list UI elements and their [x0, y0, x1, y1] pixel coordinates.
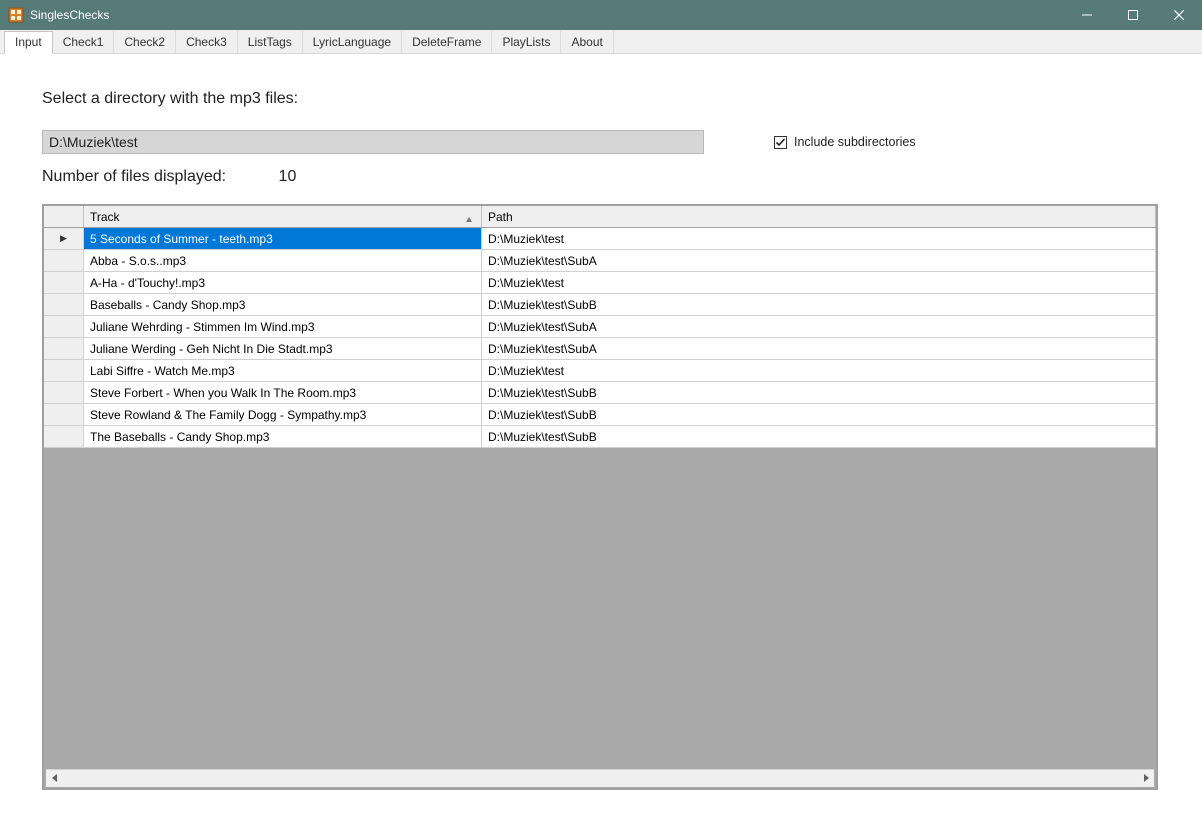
row-header[interactable] — [44, 382, 84, 403]
cell-path[interactable]: D:\Muziek\test\SubA — [482, 250, 1156, 271]
scroll-right-button[interactable] — [1137, 770, 1154, 787]
column-header-path[interactable]: Path — [482, 206, 1156, 227]
tab-label: LyricLanguage — [313, 35, 391, 49]
tab-lyriclanguage[interactable]: LyricLanguage — [303, 31, 402, 53]
minimize-button[interactable] — [1064, 0, 1110, 30]
tab-deleteframe[interactable]: DeleteFrame — [402, 31, 492, 53]
table-row[interactable]: The Baseballs - Candy Shop.mp3D:\Muziek\… — [44, 426, 1156, 448]
tab-playlists[interactable]: PlayLists — [492, 31, 561, 53]
table-row[interactable]: Juliane Werding - Geh Nicht In Die Stadt… — [44, 338, 1156, 360]
table-row[interactable]: Juliane Wehrding - Stimmen Im Wind.mp3D:… — [44, 316, 1156, 338]
cell-path[interactable]: D:\Muziek\test\SubB — [482, 382, 1156, 403]
cell-track[interactable]: A-Ha - d'Touchy!.mp3 — [84, 272, 482, 293]
tab-label: About — [571, 35, 602, 49]
directory-input[interactable] — [42, 130, 704, 154]
file-count-row: Number of files displayed: 10 — [42, 168, 1160, 186]
tab-listtags[interactable]: ListTags — [238, 31, 303, 53]
tabstrip: Input Check1 Check2 Check3 ListTags LyricLang… — [0, 30, 1202, 54]
grid-corner-header[interactable] — [44, 206, 84, 227]
row-header[interactable] — [44, 316, 84, 337]
table-row[interactable]: A-Ha - d'Touchy!.mp3D:\Muziek\test — [44, 272, 1156, 294]
tab-check2[interactable]: Check2 — [114, 31, 176, 53]
tab-label: PlayLists — [502, 35, 550, 49]
table-row[interactable]: Steve Forbert - When you Walk In The Roo… — [44, 382, 1156, 404]
table-row[interactable]: Labi Siffre - Watch Me.mp3D:\Muziek\test — [44, 360, 1156, 382]
cell-track[interactable]: Juliane Werding - Geh Nicht In Die Stadt… — [84, 338, 482, 359]
close-button[interactable] — [1156, 0, 1202, 30]
row-header[interactable] — [44, 360, 84, 381]
include-subdirectories-label: Include subdirectories — [794, 135, 916, 149]
checkbox-icon — [774, 136, 787, 149]
titlebar: SinglesChecks — [0, 0, 1202, 30]
file-count-label: Number of files displayed: — [42, 168, 226, 185]
files-grid: Track Path 5 Seconds of Summer - teeth.m… — [42, 204, 1158, 790]
tab-about[interactable]: About — [561, 31, 613, 53]
row-header[interactable] — [44, 272, 84, 293]
cell-path[interactable]: D:\Muziek\test\SubB — [482, 426, 1156, 447]
row-header[interactable] — [44, 228, 84, 249]
tab-label: DeleteFrame — [412, 35, 481, 49]
column-header-track[interactable]: Track — [84, 206, 482, 227]
row-header[interactable] — [44, 404, 84, 425]
row-header[interactable] — [44, 338, 84, 359]
cell-track[interactable]: Labi Siffre - Watch Me.mp3 — [84, 360, 482, 381]
scroll-left-button[interactable] — [46, 770, 63, 787]
client-area: Select a directory with the mp3 files: I… — [0, 54, 1202, 817]
column-header-track-label: Track — [90, 210, 120, 224]
cell-path[interactable]: D:\Muziek\test\SubB — [482, 404, 1156, 425]
cell-path[interactable]: D:\Muziek\test — [482, 272, 1156, 293]
tab-label: Check2 — [124, 35, 165, 49]
cell-path[interactable]: D:\Muziek\test\SubB — [482, 294, 1156, 315]
row-header[interactable] — [44, 426, 84, 447]
cell-track[interactable]: Baseballs - Candy Shop.mp3 — [84, 294, 482, 315]
window-title: SinglesChecks — [30, 8, 109, 22]
row-header[interactable] — [44, 250, 84, 271]
row-header[interactable] — [44, 294, 84, 315]
cell-track[interactable]: Juliane Wehrding - Stimmen Im Wind.mp3 — [84, 316, 482, 337]
cell-path[interactable]: D:\Muziek\test\SubA — [482, 316, 1156, 337]
cell-track[interactable]: Abba - S.o.s..mp3 — [84, 250, 482, 271]
cell-path[interactable]: D:\Muziek\test — [482, 228, 1156, 249]
tab-label: Input — [15, 35, 42, 49]
cell-path[interactable]: D:\Muziek\test — [482, 360, 1156, 381]
cell-path[interactable]: D:\Muziek\test\SubA — [482, 338, 1156, 359]
tab-input[interactable]: Input — [4, 31, 53, 54]
horizontal-scrollbar[interactable] — [46, 769, 1154, 786]
sort-asc-icon — [465, 213, 473, 227]
table-row[interactable]: Baseballs - Candy Shop.mp3D:\Muziek\test… — [44, 294, 1156, 316]
column-header-path-label: Path — [488, 210, 513, 224]
table-row[interactable]: 5 Seconds of Summer - teeth.mp3D:\Muziek… — [44, 228, 1156, 250]
cell-track[interactable]: The Baseballs - Candy Shop.mp3 — [84, 426, 482, 447]
include-subdirectories-checkbox[interactable]: Include subdirectories — [774, 135, 916, 149]
file-count-value: 10 — [279, 168, 297, 186]
tab-label: Check1 — [63, 35, 104, 49]
tab-label: Check3 — [186, 35, 227, 49]
select-directory-label: Select a directory with the mp3 files: — [42, 90, 1160, 108]
cell-track[interactable]: 5 Seconds of Summer - teeth.mp3 — [84, 228, 482, 249]
scroll-track[interactable] — [63, 770, 1137, 787]
table-row[interactable]: Abba - S.o.s..mp3D:\Muziek\test\SubA — [44, 250, 1156, 272]
maximize-button[interactable] — [1110, 0, 1156, 30]
cell-track[interactable]: Steve Rowland & The Family Dogg - Sympat… — [84, 404, 482, 425]
cell-track[interactable]: Steve Forbert - When you Walk In The Roo… — [84, 382, 482, 403]
tab-check3[interactable]: Check3 — [176, 31, 238, 53]
table-row[interactable]: Steve Rowland & The Family Dogg - Sympat… — [44, 404, 1156, 426]
app-icon — [8, 7, 24, 23]
tab-label: ListTags — [248, 35, 292, 49]
tab-check1[interactable]: Check1 — [53, 31, 115, 53]
